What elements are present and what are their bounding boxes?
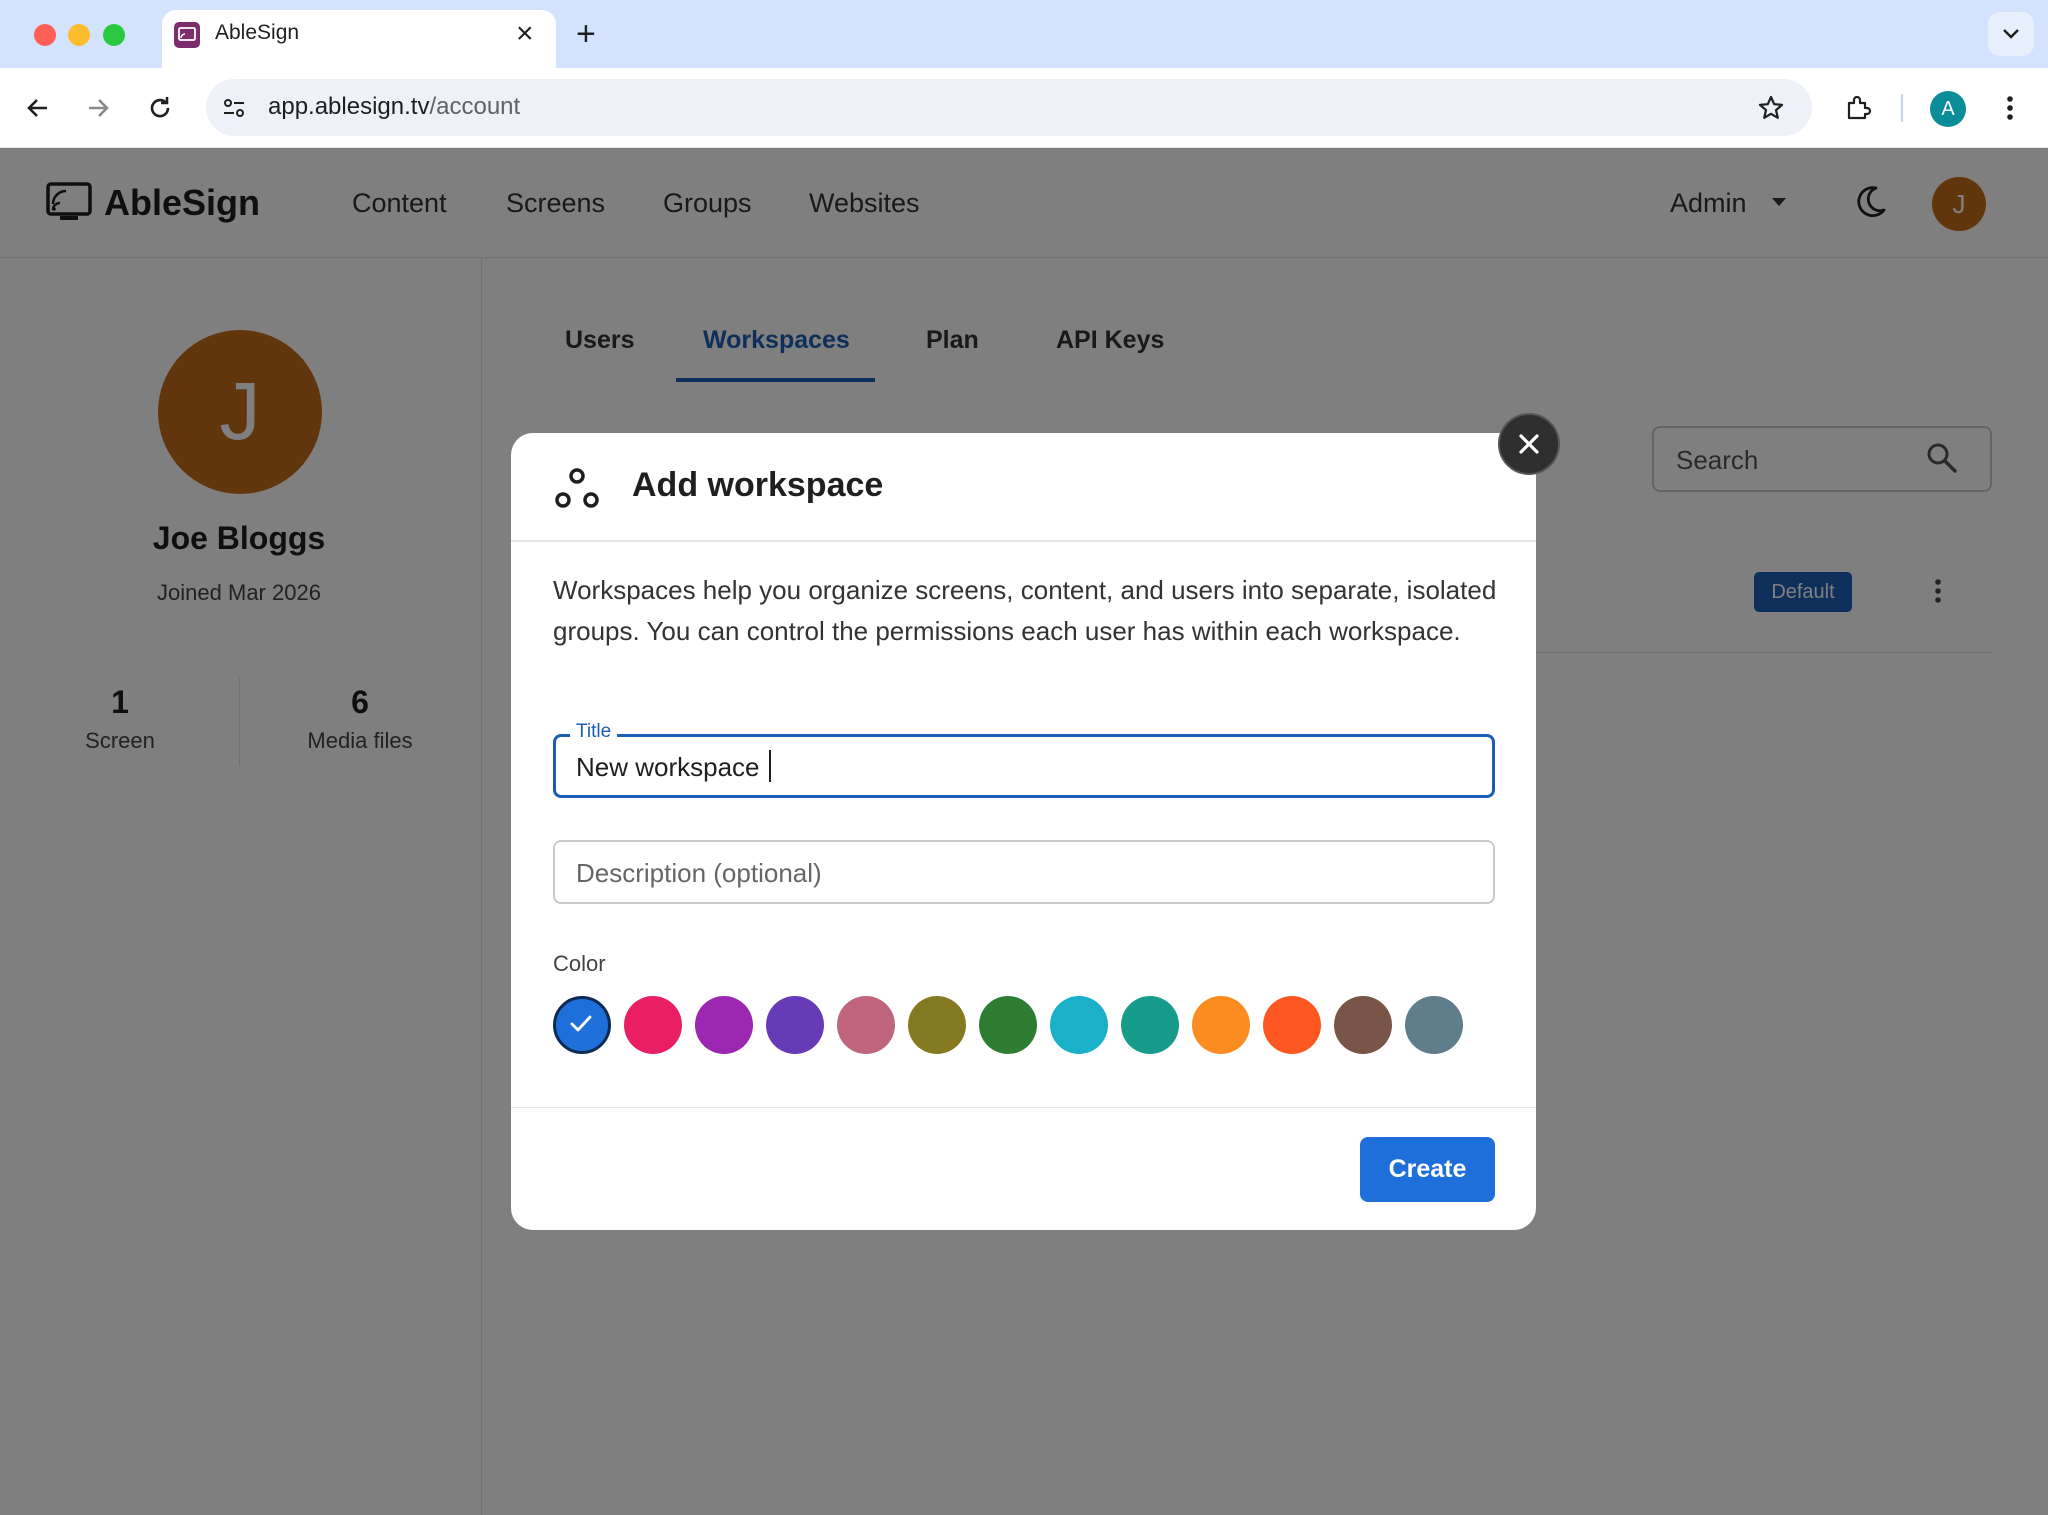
workspaces-icon	[552, 464, 602, 519]
color-swatch[interactable]	[1405, 996, 1463, 1054]
color-swatch[interactable]	[837, 996, 895, 1054]
window-maximize-button[interactable]	[103, 24, 125, 46]
tab-title: AbleSign	[215, 21, 300, 44]
title-input-value[interactable]: New workspace	[576, 752, 760, 783]
tab-search-button[interactable]	[1988, 12, 2034, 56]
dialog-footer-divider	[511, 1107, 1536, 1108]
dialog-header-divider	[511, 540, 1536, 542]
window-close-button[interactable]	[34, 24, 56, 46]
close-icon	[1519, 434, 1539, 454]
color-swatch[interactable]	[908, 996, 966, 1054]
extensions-icon[interactable]	[1840, 90, 1876, 126]
new-tab-icon[interactable]: +	[576, 14, 596, 54]
color-label: Color	[553, 951, 606, 976]
more-vert-icon[interactable]	[1992, 90, 2028, 126]
forward-icon[interactable]	[80, 90, 116, 126]
text-caret	[769, 750, 771, 782]
title-input-label: Title	[570, 721, 618, 743]
bookmark-star-icon[interactable]	[1753, 90, 1789, 126]
color-swatch[interactable]	[1192, 996, 1250, 1054]
toolbar-divider	[1901, 94, 1903, 122]
check-icon	[570, 1015, 592, 1032]
url-text[interactable]: app.ablesign.tv/account	[268, 93, 520, 121]
color-swatch[interactable]	[1263, 996, 1321, 1054]
chevron-down-icon	[2003, 29, 2019, 39]
dialog-description: Workspaces help you organize screens, co…	[553, 575, 1497, 646]
tab-favicon-icon	[174, 22, 200, 48]
color-swatch[interactable]	[1334, 996, 1392, 1054]
create-button[interactable]: Create	[1360, 1137, 1495, 1202]
close-dialog-button[interactable]	[1498, 413, 1560, 475]
color-swatch[interactable]	[695, 996, 753, 1054]
back-icon[interactable]	[20, 90, 56, 126]
url-host: app.ablesign.tv	[268, 93, 430, 120]
browser-profile-avatar[interactable]: A	[1930, 91, 1966, 127]
add-workspace-dialog	[511, 433, 1536, 1230]
site-settings-icon[interactable]	[218, 92, 250, 124]
color-swatch[interactable]	[1121, 996, 1179, 1054]
color-swatch[interactable]	[979, 996, 1037, 1054]
tab-close-icon[interactable]: ×	[516, 16, 534, 52]
url-path: /account	[429, 93, 521, 120]
window-minimize-button[interactable]	[68, 24, 90, 46]
reload-icon[interactable]	[142, 90, 178, 126]
color-swatch[interactable]	[624, 996, 682, 1054]
color-swatch[interactable]	[553, 996, 611, 1054]
dialog-title: Add workspace	[632, 466, 884, 504]
description-placeholder: Description (optional)	[576, 858, 822, 888]
color-swatch[interactable]	[1050, 996, 1108, 1054]
color-swatch[interactable]	[766, 996, 824, 1054]
